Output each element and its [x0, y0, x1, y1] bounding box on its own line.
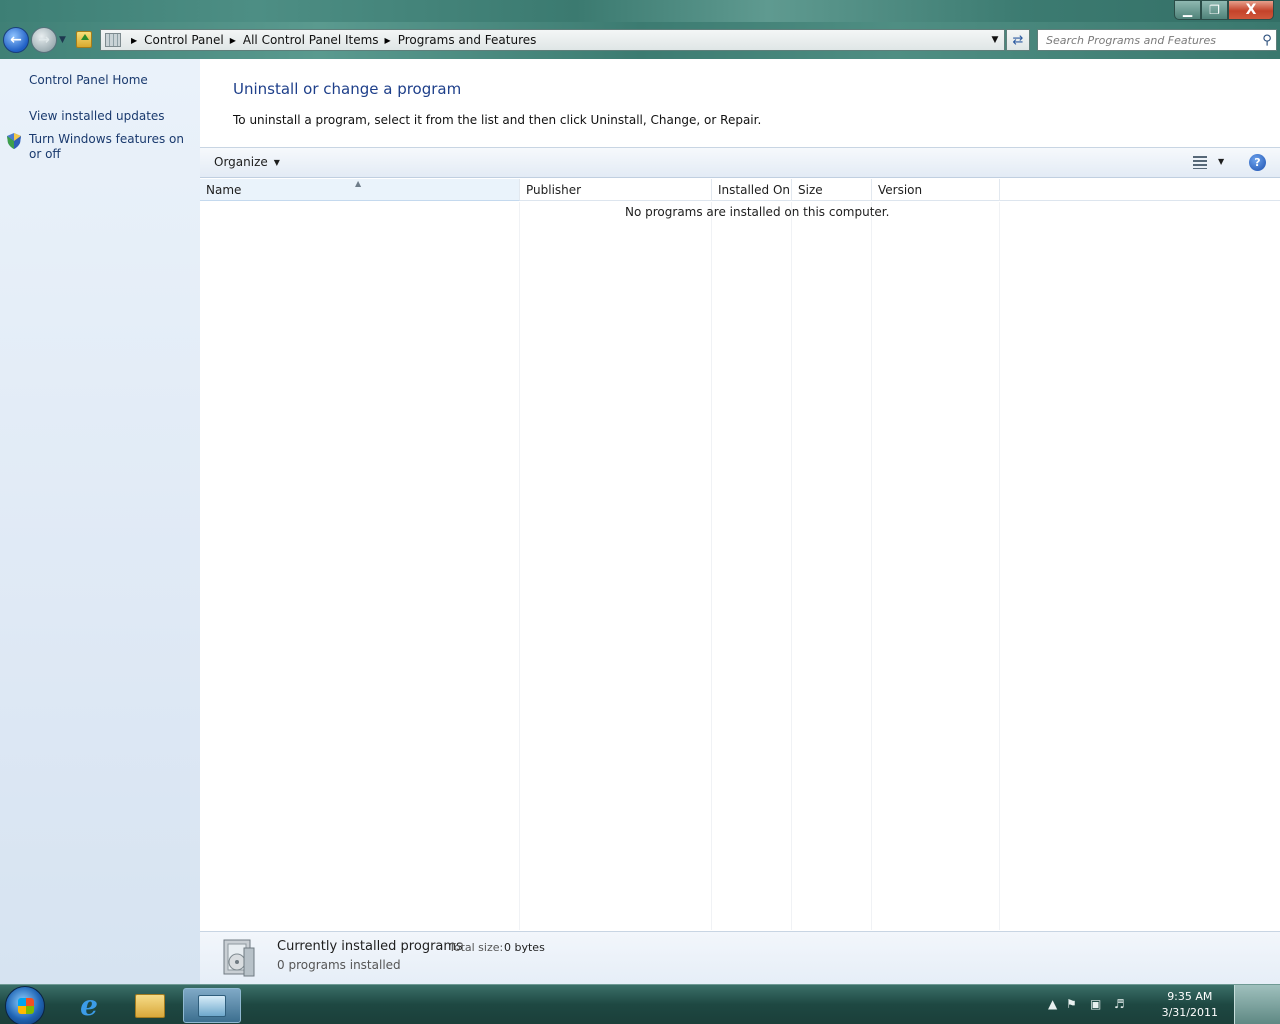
column-divider — [871, 202, 872, 930]
up-folder-icon[interactable] — [76, 31, 92, 48]
organize-button[interactable]: Organize ▼ — [214, 155, 280, 169]
column-header-name[interactable]: Name ▲ — [200, 179, 520, 201]
total-size-label: Total size: — [449, 941, 504, 954]
taskbar-internet-explorer[interactable]: e — [60, 988, 118, 1023]
breadcrumb-all-control-panel-items[interactable]: All Control Panel Items — [243, 33, 379, 47]
main-pane: Uninstall or change a program To uninsta… — [200, 59, 1280, 984]
search-icon[interactable]: ⚲ — [1258, 33, 1276, 48]
address-dropdown-icon[interactable]: ▼ — [986, 35, 1004, 45]
show-desktop-button[interactable] — [1234, 985, 1280, 1024]
title-bar: ▁ ❐ X — [0, 0, 1280, 22]
column-header-label: Name — [206, 183, 242, 197]
details-title: Currently installed programs — [277, 939, 463, 954]
column-divider — [711, 202, 712, 930]
column-header-installed-on[interactable]: Installed On — [712, 179, 792, 201]
close-button[interactable]: X — [1228, 0, 1274, 20]
caption-buttons: ▁ ❐ X — [1174, 0, 1274, 20]
windows-features-link[interactable]: Turn Windows features on or off — [29, 132, 189, 162]
forward-arrow-icon: → — [38, 32, 50, 48]
uac-shield-icon — [7, 133, 21, 149]
control-panel-icon — [198, 994, 226, 1017]
chevron-down-icon: ▼ — [273, 157, 280, 167]
maximize-button[interactable]: ❐ — [1201, 0, 1228, 20]
view-options-chevron-icon[interactable]: ▼ — [1218, 157, 1224, 166]
breadcrumb-programs-and-features[interactable]: Programs and Features — [398, 33, 537, 47]
column-header-version[interactable]: Version — [872, 179, 1000, 201]
sort-ascending-icon: ▲ — [355, 179, 362, 188]
page-description: To uninstall a program, select it from t… — [233, 113, 762, 127]
column-headers: Name ▲ Publisher Installed On Size Versi… — [200, 179, 1280, 201]
refresh-button[interactable]: ⇄ — [1006, 29, 1030, 51]
start-button[interactable] — [5, 986, 45, 1024]
clock-time: 9:35 AM — [1167, 990, 1213, 1003]
control-panel-icon — [105, 33, 121, 47]
address-bar[interactable]: ▶ Control Panel ▶ All Control Panel Item… — [100, 29, 1005, 51]
details-pane: Currently installed programs Total size:… — [200, 931, 1280, 984]
view-installed-updates-link[interactable]: View installed updates — [29, 109, 165, 124]
back-arrow-icon: ← — [10, 32, 22, 48]
search-input[interactable] — [1038, 31, 1258, 49]
breadcrumb-control-panel[interactable]: Control Panel — [144, 33, 224, 47]
column-header-publisher[interactable]: Publisher — [520, 179, 712, 201]
total-size-value: 0 bytes — [504, 941, 545, 954]
change-view-icon[interactable] — [1193, 156, 1207, 169]
column-divider — [999, 202, 1000, 930]
show-hidden-icons-icon[interactable]: ▲ — [1048, 997, 1057, 1011]
column-header-size[interactable]: Size — [792, 179, 872, 201]
folder-icon — [135, 993, 165, 1018]
page-title: Uninstall or change a program — [233, 80, 462, 98]
left-pane: Control Panel Home View installed update… — [0, 59, 200, 984]
taskbar-control-panel[interactable] — [183, 988, 241, 1023]
chevron-right-icon[interactable]: ▶ — [230, 36, 236, 45]
recent-pages-dropdown[interactable]: ▼ — [59, 35, 66, 45]
clock-date: 3/31/2011 — [1161, 1006, 1218, 1019]
chevron-right-icon[interactable]: ▶ — [385, 36, 391, 45]
search-box[interactable]: ⚲ — [1037, 29, 1277, 51]
empty-list-message: No programs are installed on this comput… — [625, 205, 890, 219]
programs-count: 0 programs installed — [277, 958, 401, 972]
organize-label: Organize — [214, 155, 268, 169]
network-icon[interactable]: ▣ — [1090, 997, 1101, 1011]
control-panel-home-link[interactable]: Control Panel Home — [29, 73, 148, 88]
column-divider — [791, 202, 792, 930]
programs-icon — [223, 939, 255, 977]
column-divider — [519, 202, 520, 930]
minimize-button[interactable]: ▁ — [1174, 0, 1201, 20]
volume-icon[interactable]: ♬ — [1114, 997, 1125, 1011]
command-bar: Organize ▼ ▼ ? — [200, 147, 1280, 178]
back-button[interactable]: ← — [3, 27, 29, 53]
taskbar-windows-explorer[interactable] — [121, 988, 179, 1023]
system-clock[interactable]: 9:35 AM 3/31/2011 — [1162, 989, 1218, 1021]
chevron-right-icon[interactable]: ▶ — [131, 36, 137, 45]
forward-button[interactable]: → — [31, 27, 57, 53]
program-list[interactable]: No programs are installed on this comput… — [200, 202, 1280, 930]
taskbar: e ▲ ⚑ ▣ ♬ 9:35 AM 3/31/2011 — [0, 984, 1280, 1024]
help-icon[interactable]: ? — [1249, 154, 1266, 171]
notification-area: ▲ ⚑ ▣ ♬ 9:35 AM 3/31/2011 — [1030, 985, 1230, 1024]
internet-explorer-icon: e — [80, 989, 98, 1022]
refresh-icon: ⇄ — [1012, 32, 1024, 48]
window-content: Control Panel Home View installed update… — [0, 59, 1280, 984]
action-center-flag-icon[interactable]: ⚑ — [1066, 997, 1077, 1011]
